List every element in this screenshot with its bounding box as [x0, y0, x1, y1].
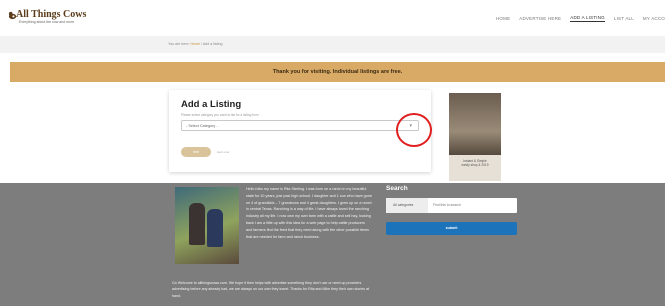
about-text: Hello folks my name is Rita Sterling. I …	[246, 187, 372, 239]
boots-photo	[449, 93, 501, 157]
nav-list-all[interactable]: LIST ALL	[614, 16, 634, 21]
nav-add-listing[interactable]: ADD A LISTING	[570, 15, 605, 22]
site-header: All Things Cows Everything about the cow…	[0, 0, 665, 34]
category-select-value: - Select Category -	[186, 124, 218, 128]
search-title: Search	[386, 185, 408, 192]
breadcrumb-prefix: You are here:	[168, 42, 190, 46]
nav-my-account[interactable]: MY ACCO	[643, 16, 665, 21]
logo-text: All Things Cows	[16, 9, 87, 20]
breadcrumb-current: Add a listing	[202, 42, 223, 46]
highlight-circle	[396, 113, 432, 147]
notice-text: Thank you for visiting. Individual listi…	[272, 69, 403, 75]
breadcrumb: You are here: Home / Add a listing	[168, 42, 222, 46]
logo-tagline: Everything about the cow and more	[19, 20, 75, 24]
site-logo[interactable]: All Things Cows Everything about the cow…	[8, 9, 86, 27]
nav-advertise[interactable]: ADVERTISE HERE	[519, 16, 561, 21]
form-hint: Please select category you want to list …	[181, 113, 259, 117]
start-over-link[interactable]: start over	[217, 150, 230, 154]
search-form: All categories	[386, 198, 517, 213]
person-silhouette	[189, 203, 205, 245]
breadcrumb-home[interactable]: Home	[190, 42, 200, 46]
owners-photo	[175, 187, 239, 264]
ad-caption: Instant & Simple easily shop & 2019	[449, 155, 501, 181]
nav-home[interactable]: HOME	[496, 16, 510, 21]
search-input[interactable]	[433, 203, 513, 207]
breadcrumb-bar	[0, 36, 665, 53]
add-listing-card: Add a Listing Please select category you…	[169, 90, 431, 172]
search-submit-button[interactable]: submit	[386, 222, 517, 235]
search-category-select[interactable]: All categories	[386, 198, 428, 213]
main-nav: HOME ADVERTISE HERE ADD A LISTING LIST A…	[496, 12, 665, 24]
form-title: Add a Listing	[181, 99, 242, 110]
ad-caption-line2: easily shop & 2019	[461, 163, 489, 168]
category-select[interactable]: - Select Category - ▾	[181, 120, 419, 131]
welcome-text: Go Welcome to allthingscows.com. We hope…	[172, 281, 370, 298]
ad-image[interactable]: Instant & Simple easily shop & 2019	[449, 93, 501, 181]
next-button[interactable]: next	[181, 147, 211, 157]
notice-banner: Thank you for visiting. Individual listi…	[10, 62, 665, 82]
person-silhouette	[207, 209, 223, 247]
